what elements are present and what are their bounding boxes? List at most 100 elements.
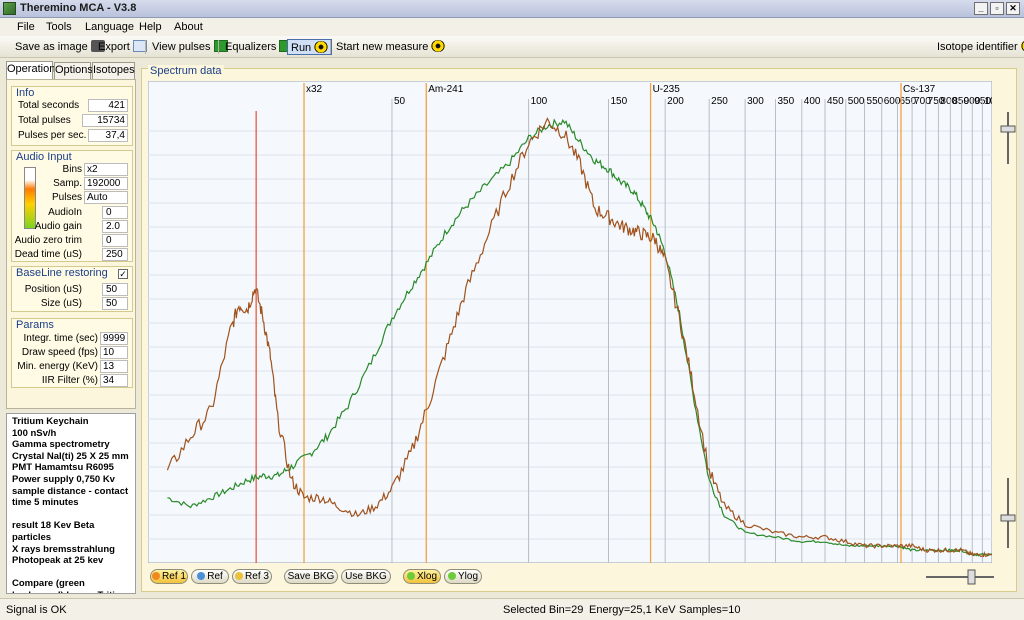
baseline-size-input[interactable]: 50 [102,297,128,310]
iir-filter-label: IIR Filter (%) [41,375,98,386]
bins-label: Bins [62,164,82,175]
tab-options[interactable]: Options [54,62,93,79]
baseline-position-input[interactable]: 50 [102,283,128,296]
x-tick-label: 400 [804,96,821,107]
dead-time-label: Dead time (uS) [14,249,82,260]
x-tick-label: 100 [531,96,548,107]
horizontal-slider[interactable] [924,566,996,586]
save-image-button[interactable]: Save as image [15,39,105,55]
samp-select[interactable]: 192000 [84,177,128,190]
ref-button[interactable]: Ref [191,569,229,584]
isotope-identifier-button[interactable]: Isotope identifier [937,39,1024,55]
x-tick-label: 300 [747,96,764,107]
x-tick-label: 500 [848,96,865,107]
radiation-icon [314,41,329,53]
radiation-icon [431,40,446,52]
draw-speed-input[interactable]: 10 [100,346,128,359]
export-button[interactable]: Export [98,39,147,55]
pulses-select[interactable]: Auto [84,191,128,204]
menu-bar: File Tools Language Help About [0,18,1024,36]
audio-input-title: Audio Input [16,151,72,163]
menu-tools[interactable]: Tools [46,21,72,33]
x-tick-label: 1000 [984,96,992,107]
tab-isotopes[interactable]: Isotopes [92,62,135,79]
window-title: Theremino MCA - V3.8 [20,2,137,14]
audio-input-group: Audio Input Bins x2 Samp. 192000 Pulses Aut… [11,150,133,262]
view-pulses-button[interactable]: View pulses [152,39,228,55]
min-energy-label: Min. energy (KeV) [17,361,98,372]
toolbar-separator [145,40,146,54]
close-button[interactable]: ✕ [1006,2,1020,15]
isotope-label: x32 [306,84,323,95]
menu-about[interactable]: About [174,21,203,33]
baseline-title: BaseLine restoring [16,267,108,279]
baseline-group: BaseLine restoring ✓ Position (uS) 50 Siz… [11,266,133,312]
x-tick-label: 450 [827,96,844,107]
audioin-input[interactable]: 0 [102,206,128,219]
samp-label: Samp. [53,178,82,189]
start-new-measure-button[interactable]: Start new measure [336,39,446,55]
menu-language[interactable]: Language [85,21,134,33]
ref3-indicator-icon [235,572,244,580]
ref3-label: Ref 3 [245,571,269,582]
audio-zero-trim-input[interactable]: 0 [102,234,128,247]
total-pulses-label: Total pulses [18,115,71,126]
zoom-sliders[interactable] [995,108,1017,578]
pulses-label: Pulses [51,192,82,203]
menu-help[interactable]: Help [139,21,162,33]
integr-time-label: Integr. time (sec) [23,333,98,344]
iir-filter-input[interactable]: 34 [100,374,128,387]
baseline-position-label: Position (uS) [24,284,82,295]
restore-button[interactable]: ▫ [990,2,1004,15]
spectrum-title: Spectrum data [148,65,224,77]
x-tick-label: 550 [867,96,884,107]
menu-file[interactable]: File [17,21,35,33]
samples-status: Samples=10 [679,604,741,616]
audio-gain-input[interactable]: 2.0 [102,220,128,233]
run-button[interactable]: Run [287,39,333,55]
audio-zero-trim-label: Audio zero trim [14,235,82,246]
ref1-button[interactable]: Ref 1 [150,569,188,584]
status-bar: Signal is OK Selected Bin=29 Energy=25,1… [0,598,1024,620]
x-tick-label: 250 [711,96,728,107]
dead-time-input[interactable]: 250 [102,248,128,261]
export-label: Export [98,41,130,53]
save-image-label: Save as image [15,41,88,53]
x-tick-label: 350 [777,96,794,107]
run-label: Run [291,42,312,54]
view-pulses-label: View pulses [152,41,211,53]
x-tick-label: 150 [610,96,627,107]
toolbar-separator [330,40,331,54]
baseline-checkbox[interactable]: ✓ [118,269,128,279]
x-tick-label: 600 [884,96,901,107]
title-bar: Theremino MCA - V3.8 _ ▫ ✕ [0,0,1024,18]
equalizers-label: Equalizers [225,41,277,53]
app-icon [3,2,16,15]
total-pulses-value: 15734 [82,114,128,127]
spectrum-chart[interactable]: 50 100 150 200 250 300 350 400 450 500 550 600 65070… [148,81,992,563]
total-seconds-value: 421 [88,99,128,112]
xlog-toggle[interactable]: Xlog [403,569,441,584]
notes-textbox[interactable]: Tritium Keychain 100 nSv/h Gamma spectro… [6,413,136,594]
ylog-label: Ylog [457,571,478,582]
pulses-per-sec-label: Pulses per sec. [18,130,87,141]
params-title: Params [16,319,54,331]
audioin-label: AudioIn [48,207,82,218]
bins-select[interactable]: x2 [84,163,128,176]
ylog-toggle[interactable]: Ylog [444,569,482,584]
use-bkg-button[interactable]: Use BKG [341,569,391,584]
ylog-indicator-icon [447,572,456,580]
equalizers-button[interactable]: Equalizers [225,39,294,55]
baseline-size-label: Size (uS) [40,298,82,309]
isotope-label: U-235 [653,84,681,95]
tab-operation[interactable]: Operation [6,61,55,80]
info-group-title: Info [16,87,35,99]
min-energy-input[interactable]: 13 [100,360,128,373]
ref-indicator-icon [197,572,206,580]
xlog-label: Xlog [416,571,437,582]
ref3-button[interactable]: Ref 3 [232,569,272,584]
minimize-button[interactable]: _ [974,2,988,15]
integr-time-input[interactable]: 9999 [100,332,128,345]
save-bkg-button[interactable]: Save BKG [284,569,338,584]
x-tick-label: 50 [394,96,406,107]
